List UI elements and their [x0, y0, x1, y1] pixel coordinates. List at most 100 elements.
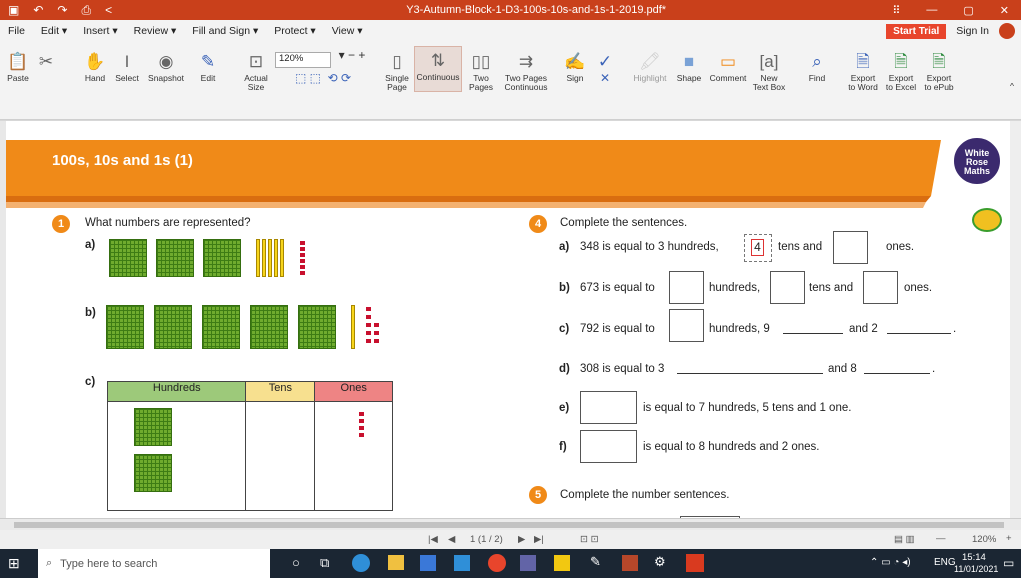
menu-edit[interactable]: Edit ▾: [33, 25, 75, 37]
undo-icon[interactable]: ↶: [33, 3, 43, 18]
sign-in-link[interactable]: Sign In: [956, 25, 989, 37]
q4a-tens-answer[interactable]: 4: [751, 239, 764, 256]
windows-taskbar: ⊞ ⌕ Type here to search ○ ⧉ ✎ ⚙ ⌃ ▭ ◔ ◂)…: [0, 549, 1021, 578]
redo-icon[interactable]: ↷: [57, 3, 67, 18]
q4b-tens-box[interactable]: [770, 271, 805, 304]
powerpoint-icon[interactable]: [622, 555, 638, 571]
q4d-blank-1[interactable]: [677, 373, 823, 374]
paste-button[interactable]: 📋 Paste: [6, 48, 30, 83]
edit-button[interactable]: ✎ Edit: [196, 48, 220, 83]
q4b-ones-box[interactable]: [863, 271, 898, 304]
notification-icon[interactable]: ▭: [1003, 556, 1014, 570]
new-text-box-button[interactable]: [a] New Text Box: [752, 48, 786, 92]
hand-tool-button[interactable]: ✋ Hand: [84, 48, 106, 83]
edge-icon[interactable]: [352, 554, 370, 572]
export-word-button[interactable]: 🗎 Export to Word: [846, 48, 880, 92]
comment-button[interactable]: ▭ Comment: [710, 48, 747, 83]
checkmark-button[interactable]: ✓ ✕: [596, 48, 614, 85]
close-button[interactable]: ✕: [1000, 4, 1009, 17]
find-button[interactable]: ⌕ Find: [806, 48, 828, 83]
maximize-button[interactable]: ▢: [963, 4, 973, 17]
cut-button[interactable]: ✂: [36, 48, 56, 74]
next-page-button[interactable]: ▶: [518, 534, 525, 545]
save-icon[interactable]: ▣: [8, 3, 19, 18]
zoom-out-in-buttons[interactable]: ▾ − +: [334, 49, 370, 61]
teams-icon[interactable]: [520, 555, 536, 571]
menu-insert[interactable]: Insert ▾: [75, 25, 125, 37]
page-indicator[interactable]: 1 (1 / 2): [470, 534, 503, 545]
first-page-button[interactable]: |◀: [428, 534, 438, 545]
avatar[interactable]: [999, 23, 1015, 39]
paint-icon[interactable]: ✎: [590, 554, 601, 570]
zoom-input[interactable]: 120%: [275, 52, 331, 68]
windows-start-icon[interactable]: ⊞: [8, 555, 20, 572]
last-page-button[interactable]: ▶|: [534, 534, 544, 545]
one-cube: [366, 323, 371, 327]
q4c-hundreds-box[interactable]: [669, 309, 704, 342]
cortana-icon[interactable]: ○: [292, 555, 300, 570]
zoom-out-button[interactable]: —: [936, 533, 946, 544]
highlight-button[interactable]: 🖍 Highlight: [632, 48, 668, 83]
rotate-buttons[interactable]: ⬚ ⬚ ⟲ ⟳: [278, 72, 368, 84]
chrome-icon[interactable]: [488, 554, 506, 572]
continuous-button[interactable]: ⇅ Continuous: [414, 46, 462, 92]
camera-icon: ◉: [158, 51, 174, 71]
snapshot-button[interactable]: ◉ Snapshot: [148, 48, 184, 83]
sticky-notes-icon[interactable]: [554, 555, 570, 571]
q4f-number-box[interactable]: [580, 430, 637, 463]
taskbar-search-box[interactable]: ⌕ Type here to search: [38, 549, 270, 578]
language-indicator[interactable]: ENG: [934, 557, 956, 568]
q4e-number-box[interactable]: [580, 391, 637, 424]
document-page[interactable]: 100s, 10s and 1s (1) White Rose Maths 1 …: [6, 121, 1010, 518]
q4a-ones-box[interactable]: [833, 231, 868, 264]
minimize-button[interactable]: —: [926, 4, 937, 17]
pdf-app-icon[interactable]: [686, 554, 704, 572]
view-mode-icons[interactable]: ▤ ▥: [894, 534, 915, 545]
q4c-blank-2[interactable]: [887, 333, 951, 334]
menu-protect[interactable]: Protect ▾: [266, 25, 323, 37]
q4d-label: d): [559, 363, 570, 375]
q4f-label: f): [559, 441, 567, 453]
fit-page-icon[interactable]: ⊡ ⊡: [580, 534, 599, 545]
sign-button[interactable]: ✍ Sign: [564, 48, 586, 83]
grid-icon[interactable]: ⠿: [892, 4, 900, 17]
scrollbar-thumb[interactable]: [14, 522, 1004, 528]
single-page-button[interactable]: ▯ Single Page: [382, 48, 412, 92]
select-tool-button[interactable]: I Select: [114, 48, 140, 83]
q4b-text-mid1: hundreds,: [709, 282, 761, 294]
export-excel-button[interactable]: 🗎 Export to Excel: [884, 48, 918, 92]
shape-button[interactable]: ■ Shape: [676, 48, 702, 83]
page-icon: ▯: [392, 51, 402, 71]
start-trial-button[interactable]: Start Trial: [886, 23, 947, 39]
clock-date[interactable]: 11/01/2021: [954, 564, 998, 574]
vertical-scrollbar[interactable]: [1010, 121, 1021, 518]
share-icon[interactable]: <: [105, 3, 112, 18]
settings-gear-icon[interactable]: ⚙: [654, 554, 666, 570]
collapse-ribbon-icon[interactable]: ^: [1006, 82, 1018, 91]
actual-size-button[interactable]: ⊡ Actual Size: [242, 48, 270, 92]
print-icon[interactable]: ⎙: [81, 3, 91, 18]
menu-view[interactable]: View ▾: [324, 25, 371, 37]
menu-file[interactable]: File: [0, 25, 33, 37]
menu-review[interactable]: Review ▾: [126, 25, 185, 37]
q4d-text-and: and 8: [828, 363, 857, 375]
task-view-icon[interactable]: ⧉: [320, 555, 329, 571]
q4b-hundreds-box[interactable]: [669, 271, 704, 304]
q4d-blank-2[interactable]: [864, 373, 930, 374]
zoom-in-button[interactable]: +: [1006, 533, 1012, 544]
file-explorer-icon[interactable]: [388, 555, 404, 570]
prev-page-button[interactable]: ◀: [448, 534, 455, 545]
clock-time[interactable]: 15:14: [962, 552, 986, 563]
two-pages-button[interactable]: ▯▯ Two Pages: [468, 48, 494, 92]
horizontal-scrollbar[interactable]: [0, 518, 1021, 530]
mail-icon[interactable]: [454, 555, 470, 571]
cross-icon[interactable]: ✕: [600, 72, 610, 84]
ten-rod: [274, 239, 278, 277]
store-icon[interactable]: [420, 555, 436, 571]
q4c-text-end: .: [953, 323, 957, 335]
q4c-blank-1[interactable]: [783, 333, 843, 334]
two-pages-continuous-button[interactable]: ⇉ Two Pages Continuous: [504, 48, 548, 92]
system-tray-icons[interactable]: ⌃ ▭ ◔ ◂): [870, 557, 911, 568]
menu-fill-and-sign[interactable]: Fill and Sign ▾: [184, 25, 266, 37]
export-epub-button[interactable]: 🗎 Export to ePub: [922, 48, 956, 92]
